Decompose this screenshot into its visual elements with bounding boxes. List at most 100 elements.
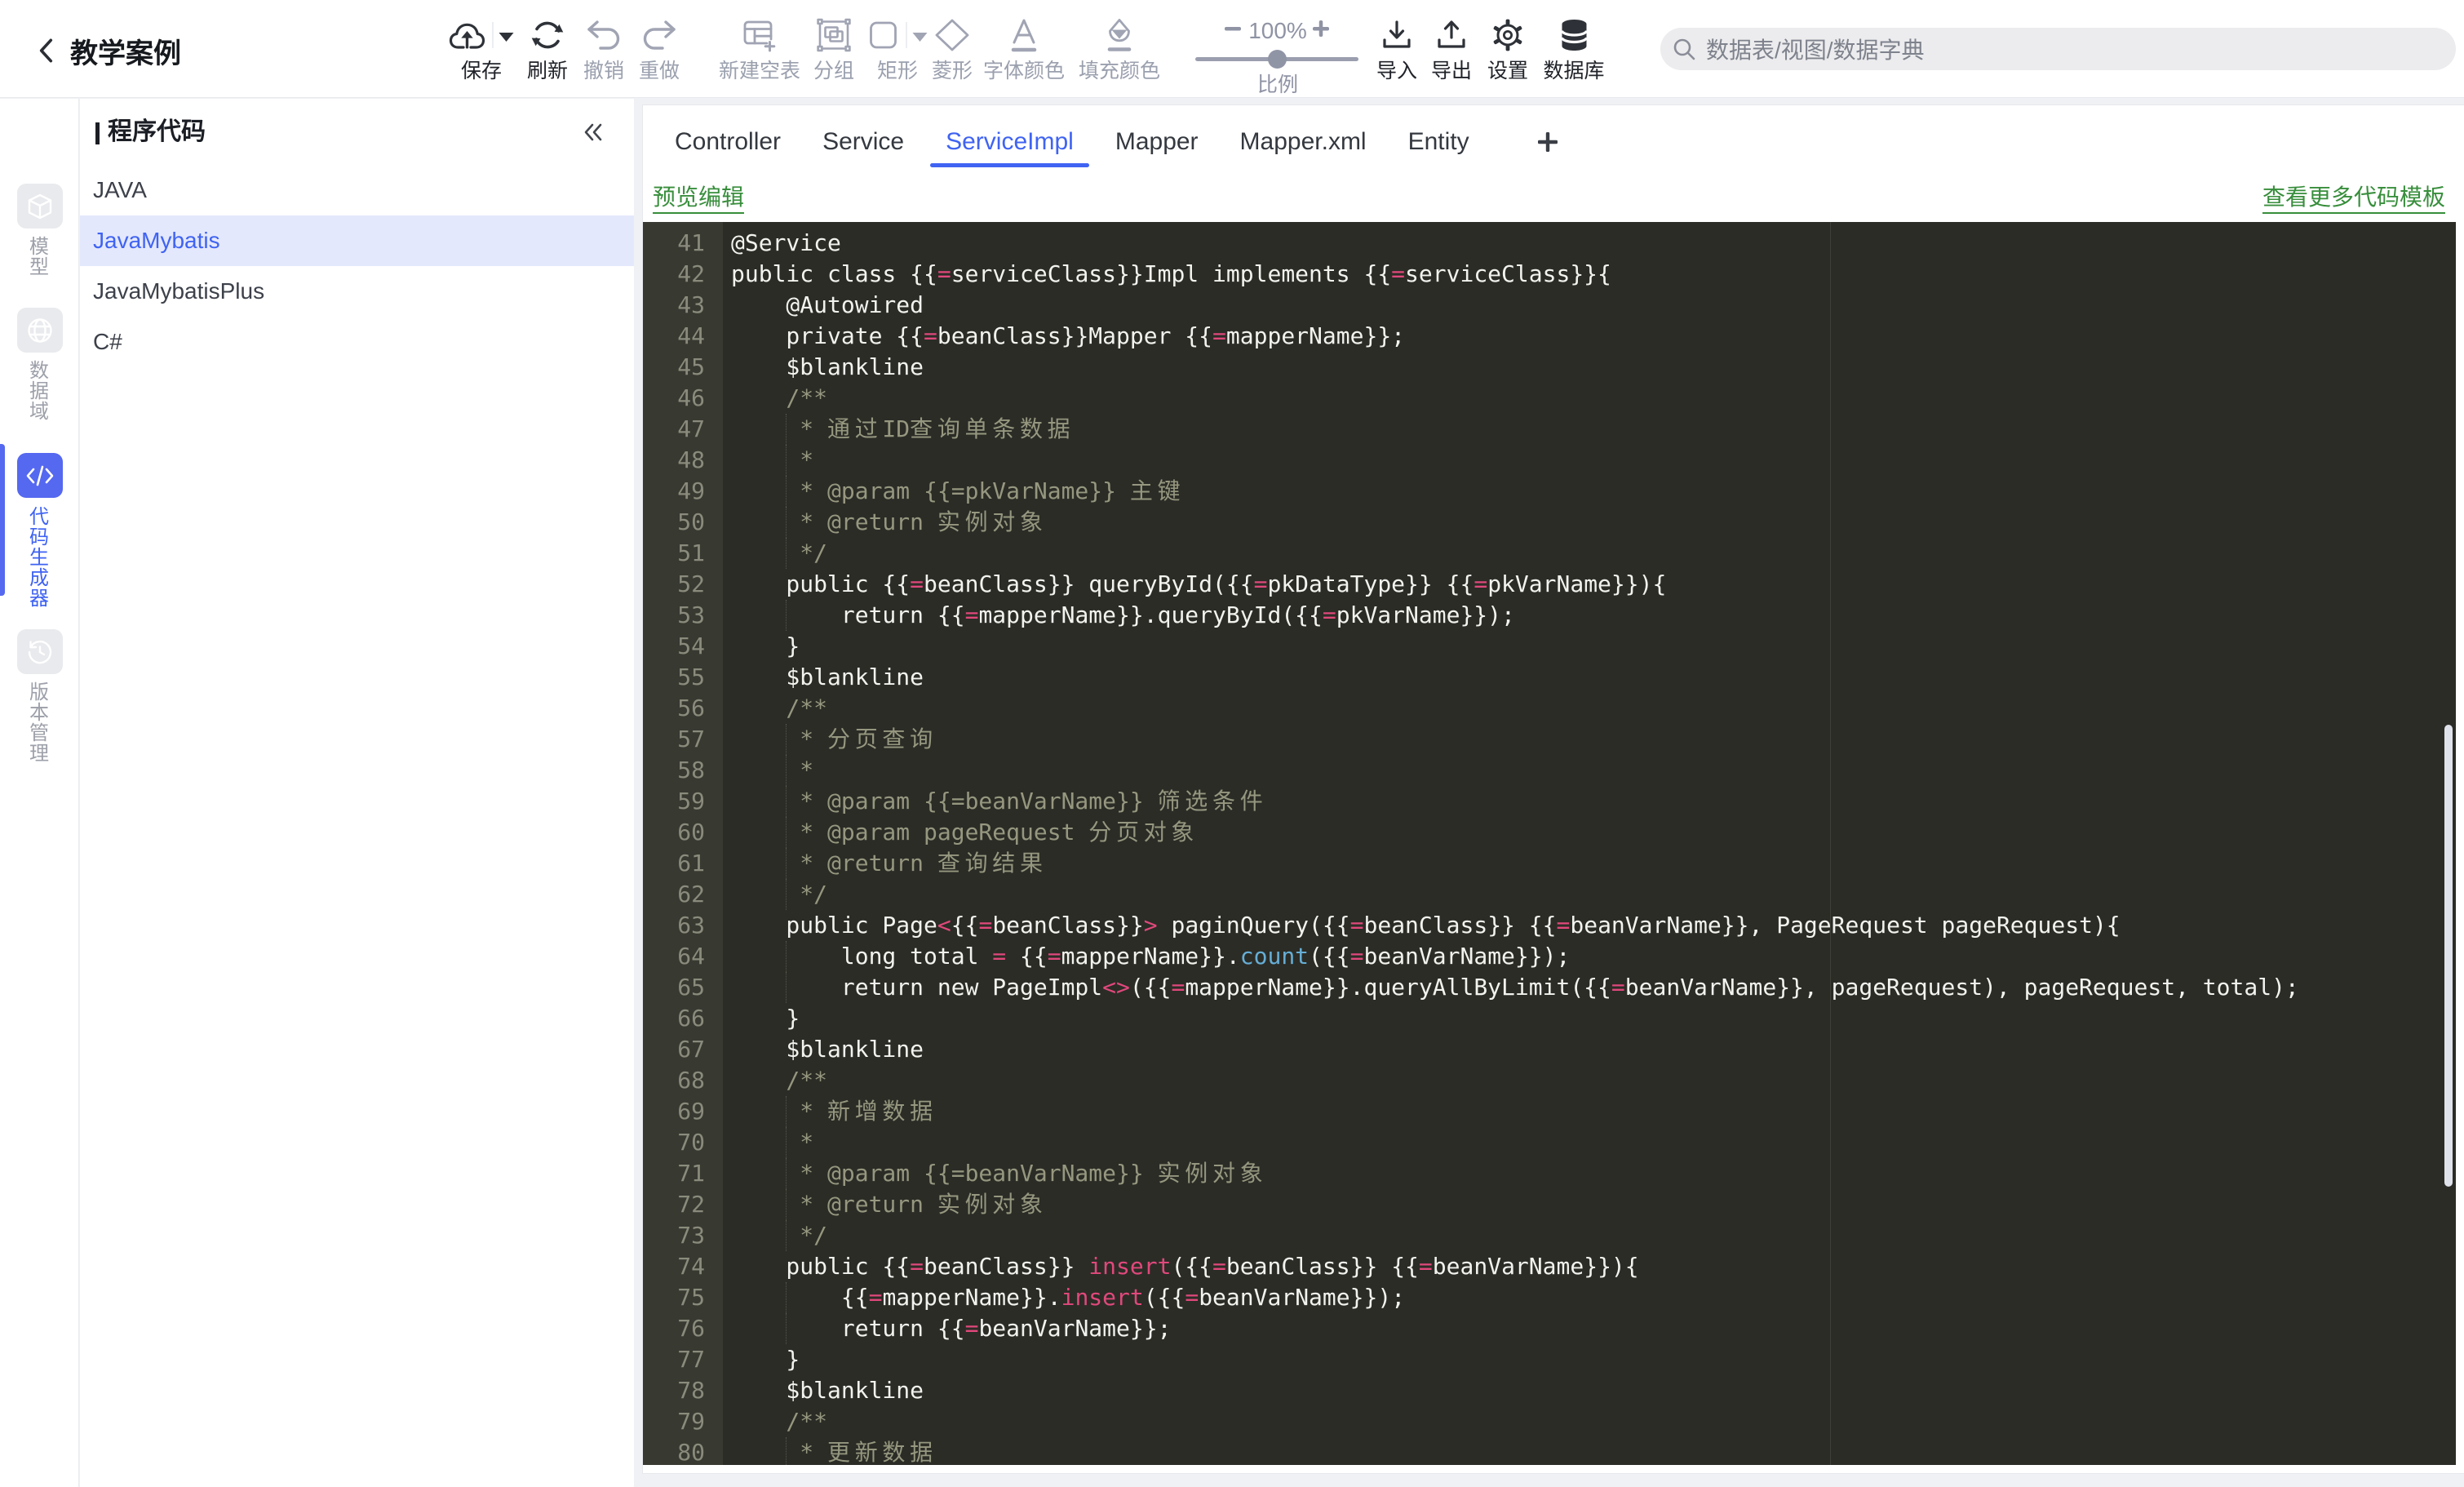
settings-button[interactable]: 设置 — [1487, 16, 1528, 82]
code-line: * 通过 ID查询单条数据 — [643, 414, 2456, 445]
code-icon — [17, 453, 63, 498]
double-chevron-left-icon — [584, 123, 602, 141]
toolbar-button-label: 新建空表 — [718, 60, 801, 82]
toolbar-button-label: 撤销 — [583, 60, 625, 82]
refresh-button[interactable]: 刷新 — [527, 16, 568, 82]
search-icon — [1673, 38, 1695, 60]
diamond-button[interactable]: 菱形 — [932, 16, 973, 82]
code-line: @Autowired — [731, 291, 924, 318]
tab-Controller[interactable]: Controller — [675, 116, 781, 167]
file-tabs: Controller Service ServiceImpl Mapper Mapper… — [675, 104, 1560, 167]
indent-guide — [786, 1189, 787, 1220]
tab-Entity[interactable]: Entity — [1408, 116, 1469, 167]
code-line: long total = {{=mapperName}}.count({{=be… — [643, 941, 2456, 972]
template-item-JavaMybatis[interactable]: JavaMybatis — [80, 215, 634, 266]
toolbar-button-label: 字体颜色 — [982, 60, 1066, 82]
code-line: @Service — [731, 229, 841, 256]
save-button[interactable]: 保存 — [449, 16, 514, 82]
caret-down-icon[interactable] — [912, 29, 928, 42]
fill-color-button[interactable]: 填充颜色 — [1079, 16, 1160, 82]
export-button[interactable]: 导出 — [1431, 16, 1472, 82]
fill-color-icon — [1103, 18, 1136, 52]
code-line: * 新增数据 — [643, 1096, 2456, 1127]
indent-guide — [786, 1158, 787, 1189]
code-line: public class {{=serviceClass}}Impl imple… — [731, 260, 1611, 287]
code-line: */ — [643, 538, 2456, 569]
code-line: * @param {{=pkVarName}} 主键 — [643, 476, 2456, 507]
caret-down-icon[interactable] — [499, 29, 514, 42]
tab-Service[interactable]: Service — [822, 116, 904, 167]
export-icon — [1435, 19, 1468, 51]
collapse-panel-button[interactable] — [582, 121, 605, 144]
indent-guide — [786, 507, 787, 538]
code-line: * @param pageRequest 分页对象 — [643, 817, 2456, 848]
code-editor[interactable]: 41 42 43 44 45 46 47 48 49 50 51 52 53 54 55 56 57 58 59 60… — [643, 222, 2456, 1465]
indent-guide — [786, 1313, 787, 1344]
code-line: $blankline — [731, 1377, 924, 1404]
redo-icon — [641, 19, 677, 51]
template-item-JAVA[interactable]: JAVA — [80, 165, 634, 215]
back-button[interactable]: 教学案例 — [34, 28, 181, 73]
code-line: * @param {{=beanVarName}} 实例对象 — [643, 1158, 2456, 1189]
more-templates-link[interactable]: 查看更多代码模板 — [2262, 183, 2445, 214]
database-button[interactable]: 数据库 — [1543, 16, 1605, 82]
indent-guide — [786, 786, 787, 817]
app-window: 教学案例 保存 刷新 撤销 重做 新建空表 分组 矩形 菱形 字体颜色 填充颜色 100% 比例 … — [0, 0, 2464, 1487]
code-line: * — [643, 445, 2456, 476]
code-line: * @return 实例对象 — [643, 507, 2456, 538]
indent-guide — [786, 1220, 787, 1251]
search-placeholder: 数据表/视图/数据字典 — [1706, 38, 1925, 63]
plus-icon — [1313, 20, 1329, 37]
save-cloud-icon — [449, 20, 485, 50]
globe-icon — [17, 308, 63, 353]
code-line: */ — [643, 1220, 2456, 1251]
search-box[interactable]: 数据表/视图/数据字典 — [1660, 28, 2456, 70]
template-item-C#[interactable]: C# — [80, 317, 634, 367]
code-line: * @return 实例对象 — [643, 1189, 2456, 1220]
zoom-slider-thumb[interactable] — [1268, 50, 1287, 69]
preview-edit-link[interactable]: 预览编辑 — [653, 183, 745, 214]
history-icon — [17, 629, 63, 674]
template-item-JavaMybatisPlus[interactable]: JavaMybatisPlus — [80, 266, 634, 317]
code-line: } — [731, 633, 800, 659]
code-line: public {{=beanClass}} insert({{=beanClas… — [731, 1253, 1639, 1280]
back-chevron-icon — [39, 38, 53, 63]
panel-header: 程序代码 — [80, 99, 634, 165]
code-line: * — [643, 755, 2456, 786]
code-line: {{=mapperName}}.insert({{=beanVarName}})… — [643, 1282, 2456, 1313]
code-line: /** — [731, 695, 828, 721]
button-divider — [906, 22, 907, 48]
font-color-button[interactable]: 字体颜色 — [983, 16, 1065, 82]
left-rail: 模型数据域代码生成器版本管理 — [0, 99, 79, 1487]
group-icon — [816, 18, 852, 52]
import-button[interactable]: 导入 — [1376, 16, 1417, 82]
indent-guide — [786, 1127, 787, 1158]
zoom-in-button[interactable] — [1309, 16, 1333, 41]
code-line: /** — [731, 1067, 828, 1094]
redo-button[interactable]: 重做 — [639, 16, 680, 82]
code-line: * 更新数据 — [643, 1437, 2456, 1465]
code-line: /** — [731, 384, 828, 411]
toolbar-button-label: 数据库 — [1543, 60, 1605, 82]
tab-ServiceImpl[interactable]: ServiceImpl — [930, 116, 1089, 167]
code-line: private {{=beanClass}}Mapper {{=mapperNa… — [731, 322, 1406, 349]
tab-Mapper[interactable]: Mapper — [1115, 116, 1199, 167]
rectangle-button[interactable]: 矩形 — [868, 16, 928, 82]
top-toolbar: 教学案例 保存 刷新 撤销 重做 新建空表 分组 矩形 菱形 字体颜色 填充颜色 100% 比例 … — [0, 0, 2464, 98]
tab-Mapper.xml[interactable]: Mapper.xml — [1240, 116, 1367, 167]
group-button[interactable]: 分组 — [813, 16, 854, 82]
indent-guide — [786, 1437, 787, 1465]
rail-item-label: 版本管理 — [29, 681, 49, 765]
document-title: 教学案例 — [70, 38, 181, 69]
editor-scrollbar-thumb[interactable] — [2444, 725, 2453, 1187]
code-line: * 分页查询 — [643, 724, 2456, 755]
zoom-slider-label: 比例 — [1256, 73, 1298, 96]
cube-icon — [17, 184, 63, 229]
code-line: } — [731, 1346, 800, 1373]
undo-button[interactable]: 撤销 — [583, 16, 624, 82]
toolbar-button-label: 设置 — [1487, 60, 1529, 82]
indent-guide — [786, 600, 787, 631]
new-table-button[interactable]: 新建空表 — [719, 16, 800, 82]
indent-guide — [786, 538, 787, 569]
add-tab-button[interactable] — [1536, 130, 1560, 154]
